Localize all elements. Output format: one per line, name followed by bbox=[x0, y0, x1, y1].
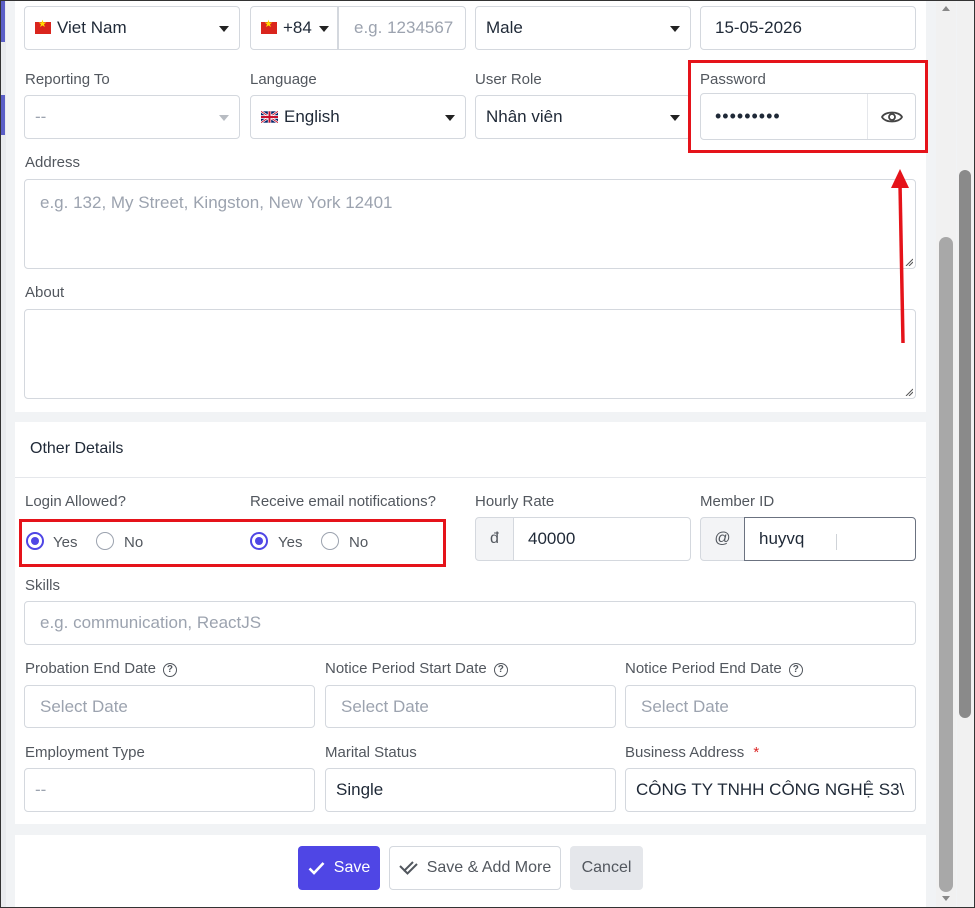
hourly-rate-label: Hourly Rate bbox=[475, 493, 555, 510]
currency-addon: đ bbox=[475, 517, 514, 561]
employment-type-select[interactable]: -- bbox=[24, 768, 315, 812]
chevron-down-icon bbox=[219, 115, 229, 121]
phone-code-value: +84 bbox=[283, 18, 312, 37]
user-role-label: User Role bbox=[475, 71, 542, 88]
probation-end-date-input[interactable]: Select Date bbox=[24, 685, 315, 728]
user-role-select[interactable]: Nhân viên bbox=[475, 95, 691, 139]
business-address-value: CÔNG TY TNHH CÔNG NGHỆ S3\ bbox=[636, 780, 905, 799]
phone-code-select[interactable]: +84 bbox=[250, 6, 338, 50]
outer-scrollbar-thumb[interactable] bbox=[959, 170, 971, 718]
left-panel-accent-2 bbox=[0, 95, 5, 135]
login-allowed-label: Login Allowed? bbox=[25, 493, 126, 510]
business-address-select[interactable]: CÔNG TY TNHH CÔNG NGHỆ S3\ bbox=[625, 768, 916, 812]
help-icon[interactable]: ? bbox=[788, 663, 803, 677]
user-role-value: Nhân viên bbox=[486, 107, 563, 126]
country-select[interactable]: Viet Nam bbox=[24, 6, 240, 50]
about-textarea[interactable] bbox=[24, 309, 916, 399]
notice-start-date-input[interactable]: Select Date bbox=[325, 685, 616, 728]
vietnam-flag-icon bbox=[35, 19, 51, 34]
scroll-down-arrow-icon[interactable] bbox=[942, 896, 950, 901]
notice-start-date-label: Notice Period Start Date? bbox=[325, 660, 508, 677]
password-highlight-box bbox=[688, 60, 928, 153]
section-divider bbox=[15, 477, 926, 478]
country-value: Viet Nam bbox=[57, 18, 127, 37]
radio-options-highlight-box bbox=[19, 519, 446, 567]
gender-value: Male bbox=[486, 18, 523, 37]
required-asterisk: * bbox=[753, 744, 760, 761]
business-address-text: Business Address bbox=[625, 744, 745, 761]
marital-status-label: Marital Status bbox=[325, 744, 417, 761]
text-cursor-icon bbox=[836, 534, 837, 550]
checkmark-icon bbox=[308, 862, 325, 875]
other-details-title: Other Details bbox=[30, 440, 124, 457]
chevron-down-icon bbox=[670, 115, 680, 121]
help-icon[interactable]: ? bbox=[493, 663, 508, 677]
address-label: Address bbox=[25, 154, 81, 171]
notice-start-date-text: Notice Period Start Date bbox=[325, 660, 487, 677]
member-id-value: huyvq bbox=[759, 529, 805, 548]
employment-type-label: Employment Type bbox=[25, 744, 145, 761]
about-label: About bbox=[25, 284, 65, 301]
marital-status-value: Single bbox=[336, 780, 384, 799]
uk-flag-icon bbox=[261, 111, 278, 123]
hourly-rate-input[interactable]: 40000 bbox=[513, 517, 691, 561]
date-of-birth-input[interactable]: 15-05-2026 bbox=[700, 6, 916, 50]
notice-end-date-input[interactable]: Select Date bbox=[625, 685, 916, 728]
reporting-to-select[interactable]: -- bbox=[24, 95, 240, 139]
chevron-down-icon bbox=[219, 26, 229, 32]
left-panel-edge bbox=[0, 0, 6, 908]
annotation-arrow-icon bbox=[891, 169, 909, 344]
resize-handle-icon[interactable] bbox=[905, 388, 913, 396]
gender-select[interactable]: Male bbox=[475, 6, 691, 50]
language-value: English bbox=[284, 107, 340, 126]
probation-end-date-label: Probation End Date? bbox=[25, 660, 177, 677]
cancel-button-label: Cancel bbox=[581, 859, 632, 876]
language-label: Language bbox=[250, 71, 317, 88]
date-placeholder: Select Date bbox=[641, 696, 729, 716]
skills-input[interactable]: e.g. communication, ReactJS bbox=[24, 601, 916, 645]
skills-placeholder: e.g. communication, ReactJS bbox=[40, 613, 262, 632]
notice-end-date-label: Notice Period End Date? bbox=[625, 660, 803, 677]
language-select[interactable]: English bbox=[250, 95, 466, 139]
phone-placeholder: e.g. 1234567 bbox=[354, 18, 454, 37]
date-of-birth-value: 15-05-2026 bbox=[715, 18, 802, 37]
reporting-to-label: Reporting To bbox=[25, 71, 110, 88]
save-button[interactable]: Save bbox=[298, 846, 380, 890]
scrollbar-thumb[interactable] bbox=[939, 237, 953, 892]
save-button-label: Save bbox=[333, 859, 371, 876]
save-and-add-more-label: Save & Add More bbox=[426, 859, 552, 876]
chevron-down-icon bbox=[319, 26, 329, 32]
hourly-rate-value: 40000 bbox=[528, 529, 576, 548]
chevron-down-icon bbox=[445, 115, 455, 121]
vietnam-flag-icon bbox=[261, 19, 277, 34]
marital-status-select[interactable]: Single bbox=[325, 768, 616, 812]
address-placeholder: e.g. 132, My Street, Kingston, New York … bbox=[40, 193, 393, 212]
member-id-input[interactable]: huyvq bbox=[744, 517, 916, 561]
date-placeholder: Select Date bbox=[341, 696, 429, 716]
employment-type-value: -- bbox=[35, 780, 47, 799]
notice-end-date-text: Notice Period End Date bbox=[625, 660, 782, 677]
member-id-prefix: @ bbox=[700, 517, 745, 561]
probation-end-date-text: Probation End Date bbox=[25, 660, 156, 677]
email-notifications-label: Receive email notifications? bbox=[250, 493, 436, 510]
save-and-add-more-button[interactable]: Save & Add More bbox=[389, 846, 561, 890]
chevron-down-icon bbox=[670, 26, 680, 32]
help-icon[interactable]: ? bbox=[162, 663, 177, 677]
member-id-label: Member ID bbox=[700, 493, 775, 510]
scroll-up-arrow-icon[interactable] bbox=[942, 6, 950, 11]
date-placeholder: Select Date bbox=[40, 696, 128, 716]
address-textarea[interactable]: e.g. 132, My Street, Kingston, New York … bbox=[24, 179, 916, 269]
reporting-to-value: -- bbox=[35, 107, 47, 126]
cancel-button[interactable]: Cancel bbox=[570, 846, 643, 890]
left-panel-accent bbox=[0, 0, 5, 42]
skills-label: Skills bbox=[25, 577, 61, 594]
business-address-label: Business Address * bbox=[625, 744, 759, 761]
double-check-icon bbox=[399, 861, 418, 875]
phone-number-input[interactable]: e.g. 1234567 bbox=[338, 6, 466, 50]
